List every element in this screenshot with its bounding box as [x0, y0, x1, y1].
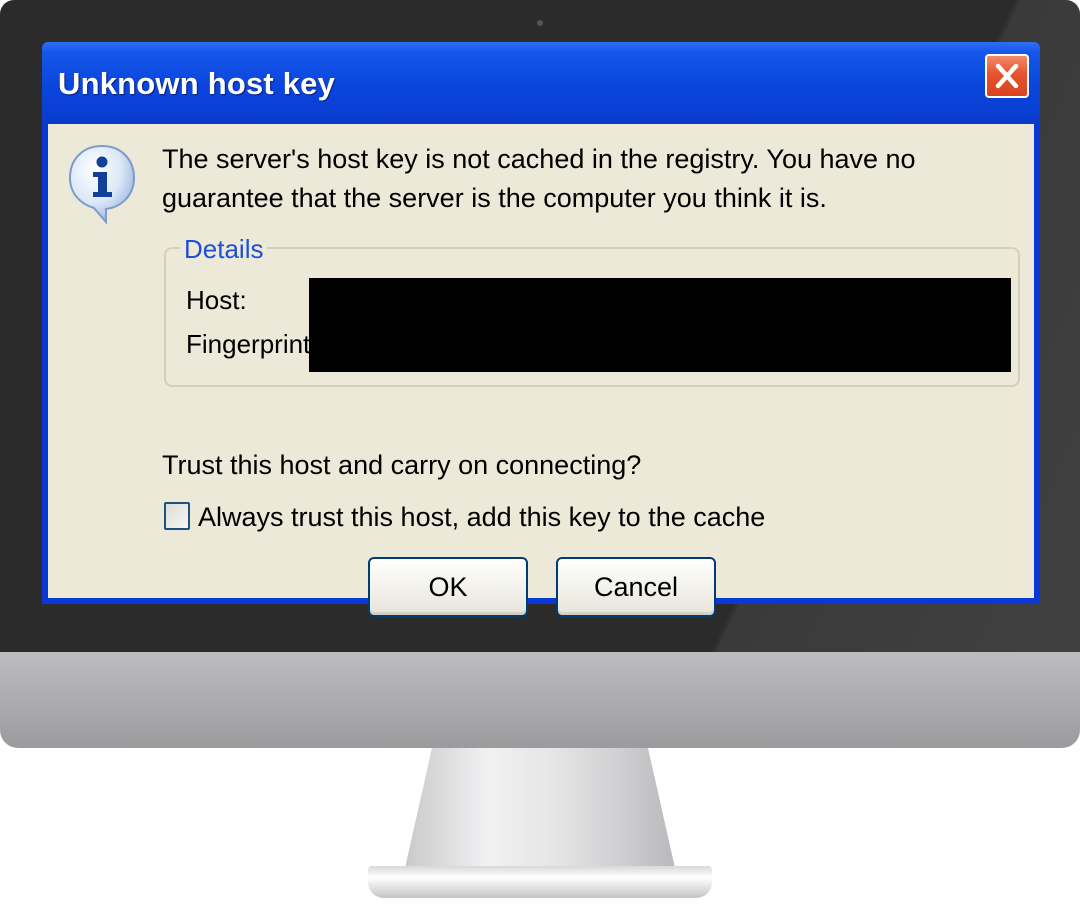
always-trust-checkbox[interactable]	[164, 502, 190, 530]
monitor-chin	[0, 652, 1080, 748]
cancel-button[interactable]: Cancel	[556, 557, 716, 617]
webcam	[537, 20, 543, 26]
always-trust-label[interactable]: Always trust this host, add this key to …	[198, 502, 765, 533]
host-label: Host:	[186, 285, 247, 315]
title-bar[interactable]: Unknown host key	[42, 42, 1040, 124]
warning-message: The server's host key is not cached in t…	[162, 144, 916, 213]
monitor-stand-neck	[405, 748, 675, 868]
unknown-host-key-dialog: Unknown host key The server's host key i…	[42, 42, 1040, 617]
dialog-body: The server's host key is not cached in t…	[48, 124, 1034, 617]
monitor-stand-base	[368, 866, 712, 898]
fingerprint-label: Fingerprint:	[186, 329, 318, 359]
dialog-title: Unknown host key	[58, 66, 336, 101]
ok-button[interactable]: OK	[368, 557, 528, 617]
redacted-host-details	[309, 278, 1011, 372]
info-icon	[66, 142, 138, 232]
trust-question: Trust this host and carry on connecting?	[162, 450, 642, 480]
details-legend: Details	[180, 235, 268, 263]
details-group: Details Host: Fingerprint:	[164, 235, 1020, 387]
close-icon	[995, 63, 1019, 89]
close-button[interactable]	[985, 54, 1029, 98]
